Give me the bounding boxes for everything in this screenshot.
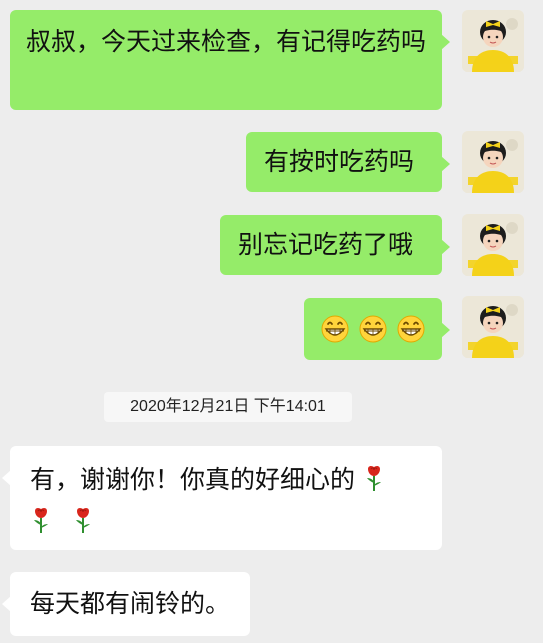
outgoing-message-4[interactable] bbox=[304, 298, 450, 360]
rose-icon bbox=[74, 506, 91, 534]
avatar[interactable] bbox=[462, 10, 524, 72]
outgoing-message-1[interactable]: 叔叔，今天过来检查，有记得吃药吗 bbox=[10, 10, 450, 110]
incoming-message-2[interactable]: 每天都有闹铃的。 bbox=[2, 572, 250, 636]
grinning-face-icon bbox=[397, 315, 425, 343]
message-text: 有，谢谢你！你真的好细心的 bbox=[30, 465, 356, 494]
outgoing-message-3[interactable]: 别忘记吃药了哦 bbox=[220, 215, 450, 275]
message-text: 有按时吃药吗 bbox=[264, 147, 415, 176]
message-text: 每天都有闹铃的。 bbox=[30, 589, 231, 618]
outgoing-message-2[interactable]: 有按时吃药吗 bbox=[246, 132, 450, 192]
avatar[interactable] bbox=[462, 296, 524, 358]
avatar[interactable] bbox=[462, 131, 524, 193]
chat-timestamp: 2020年12月21日 下午14:01 bbox=[104, 392, 352, 422]
message-text: 别忘记吃药了哦 bbox=[238, 230, 414, 259]
rose-icon bbox=[365, 464, 382, 492]
avatar[interactable] bbox=[462, 214, 524, 276]
grinning-face-icon bbox=[321, 315, 349, 343]
rose-icon bbox=[33, 506, 49, 534]
grinning-face-icon bbox=[359, 315, 387, 343]
message-text: 叔叔，今天过来检查，有记得吃药吗 bbox=[26, 27, 427, 56]
incoming-message-1[interactable]: 有，谢谢你！你真的好细心的 bbox=[2, 446, 442, 550]
